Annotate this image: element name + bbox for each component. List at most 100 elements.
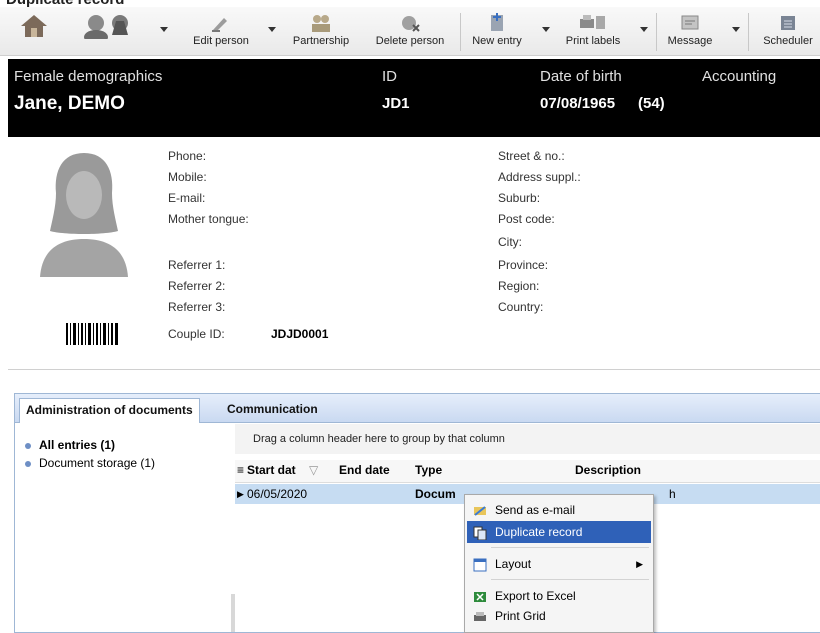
menu-export-to-excel[interactable]: Export to Excel	[467, 585, 651, 607]
printer-icon	[473, 609, 487, 623]
group-by-hint[interactable]: Drag a column header here to group by th…	[235, 424, 820, 454]
delete-icon	[399, 13, 421, 36]
toolbar-separator	[748, 13, 749, 51]
column-description[interactable]: Description	[575, 463, 641, 477]
partnership-icon	[309, 13, 333, 36]
toolbar: Edit person Partnership Delete person Ne…	[0, 7, 820, 56]
mother-tongue-label: Mother tongue:	[168, 212, 249, 226]
grid-header: ≡ Start dat ▽ End date Type Description	[235, 460, 820, 483]
patients-dropdown-caret[interactable]	[160, 27, 168, 32]
tree-item-label: All entries (1)	[39, 438, 116, 452]
tab-communication[interactable]: Communication	[221, 398, 324, 422]
region-label: Region:	[498, 279, 540, 293]
sort-desc-icon[interactable]: ▽	[309, 463, 318, 477]
edit-icon	[210, 13, 232, 36]
cell-description[interactable]: h	[669, 487, 676, 501]
documents-panel: Administration of documents Communicatio…	[14, 393, 820, 633]
bullet-icon	[25, 460, 31, 467]
tab-administration-of-documents[interactable]: Administration of documents	[19, 398, 200, 423]
message-icon	[679, 13, 701, 36]
avatar	[34, 149, 134, 277]
home-button[interactable]	[12, 7, 56, 55]
calendar-icon	[778, 13, 798, 36]
print-labels-label: Print labels	[565, 35, 621, 47]
female-silhouette-icon	[40, 153, 128, 277]
entry-tree: All entries (1) Document storage (1)	[15, 424, 231, 632]
message-label: Message	[667, 35, 713, 47]
phone-label: Phone:	[168, 149, 207, 163]
print-labels-button[interactable]: Print labels	[558, 7, 628, 55]
layout-icon	[473, 557, 487, 572]
new-entry-icon	[486, 13, 508, 36]
toolbar-separator	[460, 13, 461, 51]
people-icon	[80, 13, 140, 44]
email-label: E-mail:	[168, 191, 206, 205]
patient-age: (54)	[638, 95, 665, 112]
new-entry-label: New entry	[472, 35, 522, 47]
bullet-icon	[25, 442, 31, 449]
menu-separator	[491, 547, 649, 548]
menu-item-label: Export to Excel	[495, 589, 576, 603]
menu-item-label: Duplicate record	[495, 525, 583, 539]
context-menu: Send as e-mail Duplicate record Layout ▶…	[464, 494, 654, 633]
delete-person-label: Delete person	[375, 35, 445, 47]
address-suppl-label: Address suppl.:	[498, 170, 581, 184]
header-name-label: Female demographics	[14, 68, 163, 85]
patient-dob: 07/08/1965	[540, 95, 616, 112]
menu-item-label: Layout	[495, 557, 532, 571]
cell-type[interactable]: Docum	[415, 487, 456, 501]
message-button[interactable]: Message	[662, 7, 718, 55]
menu-print-grid[interactable]: Print Grid	[467, 605, 651, 627]
cell-start-date[interactable]: 06/05/2020	[247, 487, 307, 501]
patient-id: JD1	[382, 95, 410, 112]
column-chooser-icon[interactable]: ≡	[237, 463, 244, 477]
column-type[interactable]: Type	[415, 463, 442, 477]
message-caret[interactable]	[732, 27, 740, 32]
partnership-button[interactable]: Partnership	[284, 7, 358, 55]
tree-item-all-entries[interactable]: All entries (1)	[25, 438, 115, 452]
menu-duplicate-record[interactable]: Duplicate record	[467, 521, 651, 543]
menu-send-as-email[interactable]: Send as e-mail	[467, 499, 651, 521]
tree-item-label: Document storage (1)	[39, 456, 156, 470]
excel-icon	[473, 589, 487, 603]
menu-layout[interactable]: Layout ▶	[467, 553, 651, 575]
toolbar-separator	[656, 13, 657, 51]
column-end-date[interactable]: End date	[339, 463, 390, 477]
menu-item-label: Print Grid	[495, 609, 546, 623]
new-entry-button[interactable]: New entry	[466, 7, 528, 55]
patients-button[interactable]	[70, 7, 150, 55]
city-label: City:	[498, 235, 522, 249]
email-icon	[473, 503, 487, 517]
suburb-label: Suburb:	[498, 191, 541, 205]
street-label: Street & no.:	[498, 149, 565, 163]
new-entry-caret[interactable]	[542, 27, 550, 32]
partnership-label: Partnership	[292, 35, 350, 47]
edit-person-caret[interactable]	[268, 27, 276, 32]
header-dob-label: Date of birth	[540, 68, 622, 85]
home-icon	[19, 13, 49, 42]
duplicate-icon	[473, 525, 487, 541]
patient-name: Jane, DEMO	[14, 93, 125, 114]
country-label: Country:	[498, 300, 544, 314]
row-indicator-icon: ▶	[237, 489, 244, 499]
tab-strip: Administration of documents Communicatio…	[15, 394, 820, 423]
column-start-date[interactable]: Start dat	[247, 463, 296, 477]
delete-person-button[interactable]: Delete person	[366, 7, 454, 55]
province-label: Province:	[498, 258, 549, 272]
mobile-label: Mobile:	[168, 170, 207, 184]
print-labels-caret[interactable]	[640, 27, 648, 32]
edit-person-button[interactable]: Edit person	[186, 7, 256, 55]
printer-icon	[578, 13, 608, 36]
referrer1-label: Referrer 1:	[168, 258, 226, 272]
header-accounting-label: Accounting	[702, 68, 777, 85]
couple-id-label: Couple ID:	[168, 327, 225, 341]
menu-separator	[491, 579, 649, 580]
referrer3-label: Referrer 3:	[168, 300, 226, 314]
edit-person-label: Edit person	[193, 35, 249, 47]
couple-id-value: JDJD0001	[271, 327, 329, 341]
barcode-icon	[66, 323, 118, 345]
tree-item-document-storage[interactable]: Document storage (1)	[25, 456, 155, 470]
scheduler-button[interactable]: Scheduler	[756, 7, 820, 55]
scheduler-label: Scheduler	[763, 35, 813, 47]
menu-item-label: Send as e-mail	[495, 503, 576, 517]
